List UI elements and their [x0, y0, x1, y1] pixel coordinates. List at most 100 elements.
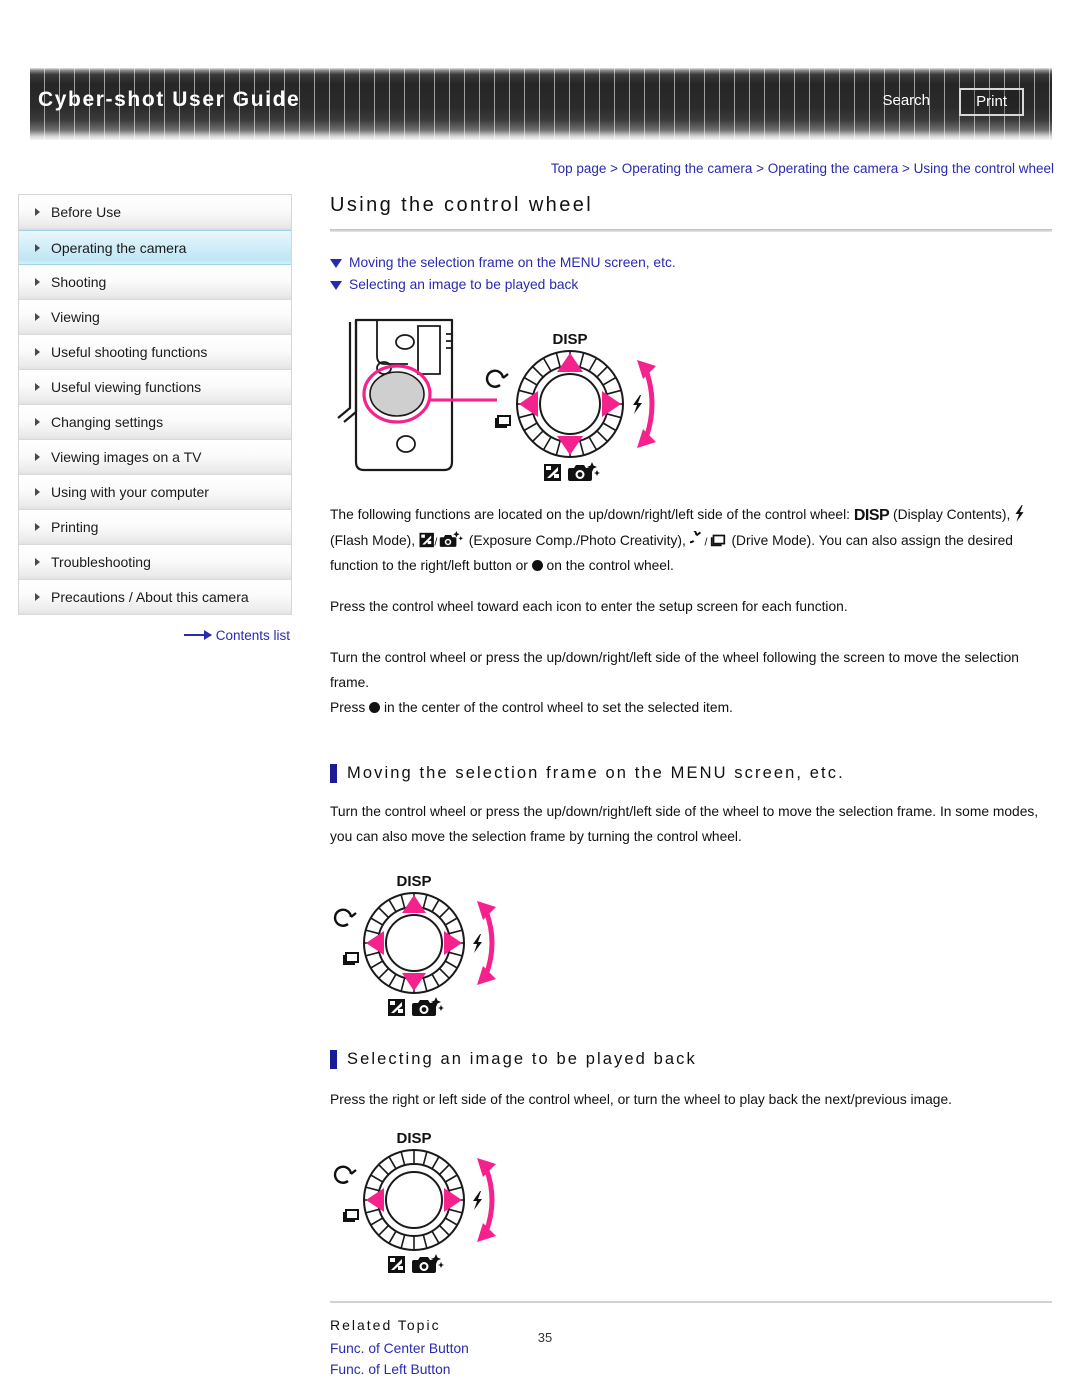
sidebar-item-viewing[interactable]: Viewing — [19, 300, 291, 335]
sidebar-item-operating-the-camera[interactable]: Operating the camera — [19, 230, 291, 265]
chevron-right-icon — [35, 243, 40, 252]
svg-text:/: / — [434, 536, 437, 548]
press-center-text-a: Press — [330, 700, 370, 715]
triangle-right-icon — [602, 391, 621, 417]
section-marker-bar — [330, 1050, 337, 1069]
chevron-right-icon — [35, 278, 40, 286]
self-timer-icon — [333, 1165, 357, 1184]
disp-label: DISP — [552, 331, 587, 348]
triangle-left-icon — [366, 931, 384, 955]
sidebar-item-using-with-your-computer[interactable]: Using with your computer — [19, 475, 291, 510]
exposure-creativity-inline-icon: / — [419, 531, 463, 548]
chevron-right-icon — [35, 453, 40, 461]
chevron-right-icon — [35, 418, 40, 426]
search-button[interactable]: Search — [882, 92, 930, 109]
photo-creativity-icon — [412, 1254, 444, 1273]
sidebar-item-changing-settings[interactable]: Changing settings — [19, 405, 291, 440]
sidebar-item-useful-viewing-functions[interactable]: Useful viewing functions — [19, 370, 291, 405]
flash-icon — [473, 934, 482, 953]
triangle-right-icon — [444, 1188, 462, 1212]
paragraph-turn-wheel: Turn the control wheel or press the up/d… — [330, 650, 1019, 690]
title-divider — [330, 229, 1052, 232]
chevron-right-icon — [35, 348, 40, 356]
sidebar-item-label: Useful shooting functions — [51, 344, 208, 360]
arrow-right-icon — [183, 630, 212, 640]
chevron-right-icon — [35, 593, 40, 601]
self-timer-icon — [485, 369, 509, 388]
rotate-arrow-icon — [483, 910, 495, 976]
sidebar-item-precautions-about-this-camera[interactable]: Precautions / About this camera — [19, 580, 291, 615]
contents-list-link[interactable]: Contents list — [18, 628, 292, 643]
section-2-paragraph: Press the right or left side of the cont… — [330, 1092, 952, 1107]
self-timer-icon — [333, 908, 357, 927]
flash-inline-icon — [1015, 505, 1024, 522]
illustration-svg: DISP — [337, 318, 656, 481]
triangle-left-icon — [519, 391, 538, 417]
jump-link-label: Selecting an image to be played back — [349, 277, 579, 292]
app-title: Cyber-shot User Guide — [38, 88, 301, 111]
section-1-paragraph: Turn the control wheel or press the up/d… — [330, 804, 1039, 844]
chevron-right-icon — [35, 488, 40, 496]
control-wheel-diagram: DISP — [485, 331, 656, 481]
exposure-comp-icon — [544, 464, 561, 481]
svg-text:/: / — [704, 536, 707, 548]
sidebar-item-label: Viewing — [51, 309, 100, 325]
paragraph-press-toward-icon: Press the control wheel toward each icon… — [330, 599, 848, 614]
triangle-left-icon — [366, 1188, 384, 1212]
sidebar-item-label: Viewing images on a TV — [51, 449, 202, 465]
press-center-text-b: in the center of the control wheel to se… — [380, 700, 733, 715]
section-heading-label: Selecting an image to be played back — [347, 1050, 697, 1068]
center-button-dot-icon — [369, 702, 381, 713]
chevron-right-icon — [35, 208, 40, 216]
sidebar-item-label: Changing settings — [51, 414, 164, 430]
sidebar-item-useful-shooting-functions[interactable]: Useful shooting functions — [19, 335, 291, 370]
chevron-right-icon — [35, 558, 40, 566]
drive-mode-inline-icon: / — [689, 531, 725, 548]
intro-text-a: The following functions are located on t… — [330, 507, 854, 522]
exposure-comp-icon — [388, 999, 405, 1016]
sidebar-item-printing[interactable]: Printing — [19, 510, 291, 545]
disp-label: DISP — [396, 873, 431, 890]
sidebar-item-label: Useful viewing functions — [51, 379, 202, 395]
sidebar-item-before-use[interactable]: Before Use — [19, 195, 291, 230]
chevron-right-icon — [35, 523, 40, 531]
section-heading-moving-selection-frame: Moving the selection frame on the MENU s… — [330, 764, 1052, 783]
sidebar-item-label: Printing — [51, 519, 99, 535]
intro-text-b: (Display Contents), — [889, 507, 1015, 522]
drive-mode-icon — [495, 415, 511, 428]
photo-creativity-icon — [412, 997, 444, 1016]
camera-control-wheel-illustration: DISP — [322, 312, 1052, 492]
rotate-arrow-icon — [483, 1167, 495, 1233]
page-title: Using the control wheel — [330, 194, 594, 216]
triangle-down-icon — [557, 436, 583, 455]
jump-link-selecting-image[interactable]: Selecting an image to be played back — [330, 274, 1052, 296]
contents-list-label: Contents list — [215, 628, 290, 643]
breadcrumb[interactable]: Top page > Operating the camera > Operat… — [0, 161, 1054, 176]
triangle-up-icon — [557, 353, 583, 372]
intro-text-c: (Flash Mode), — [330, 533, 419, 548]
section-heading-label: Moving the selection frame on the MENU s… — [347, 764, 845, 782]
jump-link-label: Moving the selection frame on the MENU s… — [349, 255, 676, 270]
triangle-down-icon — [330, 258, 342, 268]
section-heading-selecting-image: Selecting an image to be played back — [330, 1050, 1052, 1069]
sidebar-item-shooting[interactable]: Shooting — [19, 265, 291, 300]
related-link-func-left-button[interactable]: Func. of Left Button — [330, 1359, 1052, 1380]
illustration-svg-3: DISP — [333, 1130, 496, 1273]
intro-text-d: (Exposure Comp./Photo Creativity), — [464, 533, 690, 548]
chevron-right-icon — [35, 313, 40, 321]
sidebar-item-troubleshooting[interactable]: Troubleshooting — [19, 545, 291, 580]
related-topic-divider — [330, 1301, 1052, 1303]
print-button[interactable]: Print — [959, 88, 1024, 116]
sidebar-item-label: Troubleshooting — [51, 554, 151, 570]
triangle-right-icon — [444, 931, 462, 955]
jump-link-moving-selection-frame[interactable]: Moving the selection frame on the MENU s… — [330, 252, 1052, 274]
app-header: Cyber-shot User Guide Search Print — [30, 68, 1052, 140]
control-wheel-illustration-3: DISP — [322, 1120, 1052, 1285]
sidebar-item-label: Precautions / About this camera — [51, 589, 249, 605]
sidebar-item-viewing-images-on-a-tv[interactable]: Viewing images on a TV — [19, 440, 291, 475]
sidebar-item-label: Using with your computer — [51, 484, 209, 500]
intro-text-f: on the control wheel. — [542, 558, 674, 573]
paragraph-press-center: Press in the center of the control wheel… — [330, 695, 1052, 720]
control-wheel-illustration-2: DISP — [322, 857, 1052, 1032]
exposure-comp-icon — [388, 1256, 405, 1273]
